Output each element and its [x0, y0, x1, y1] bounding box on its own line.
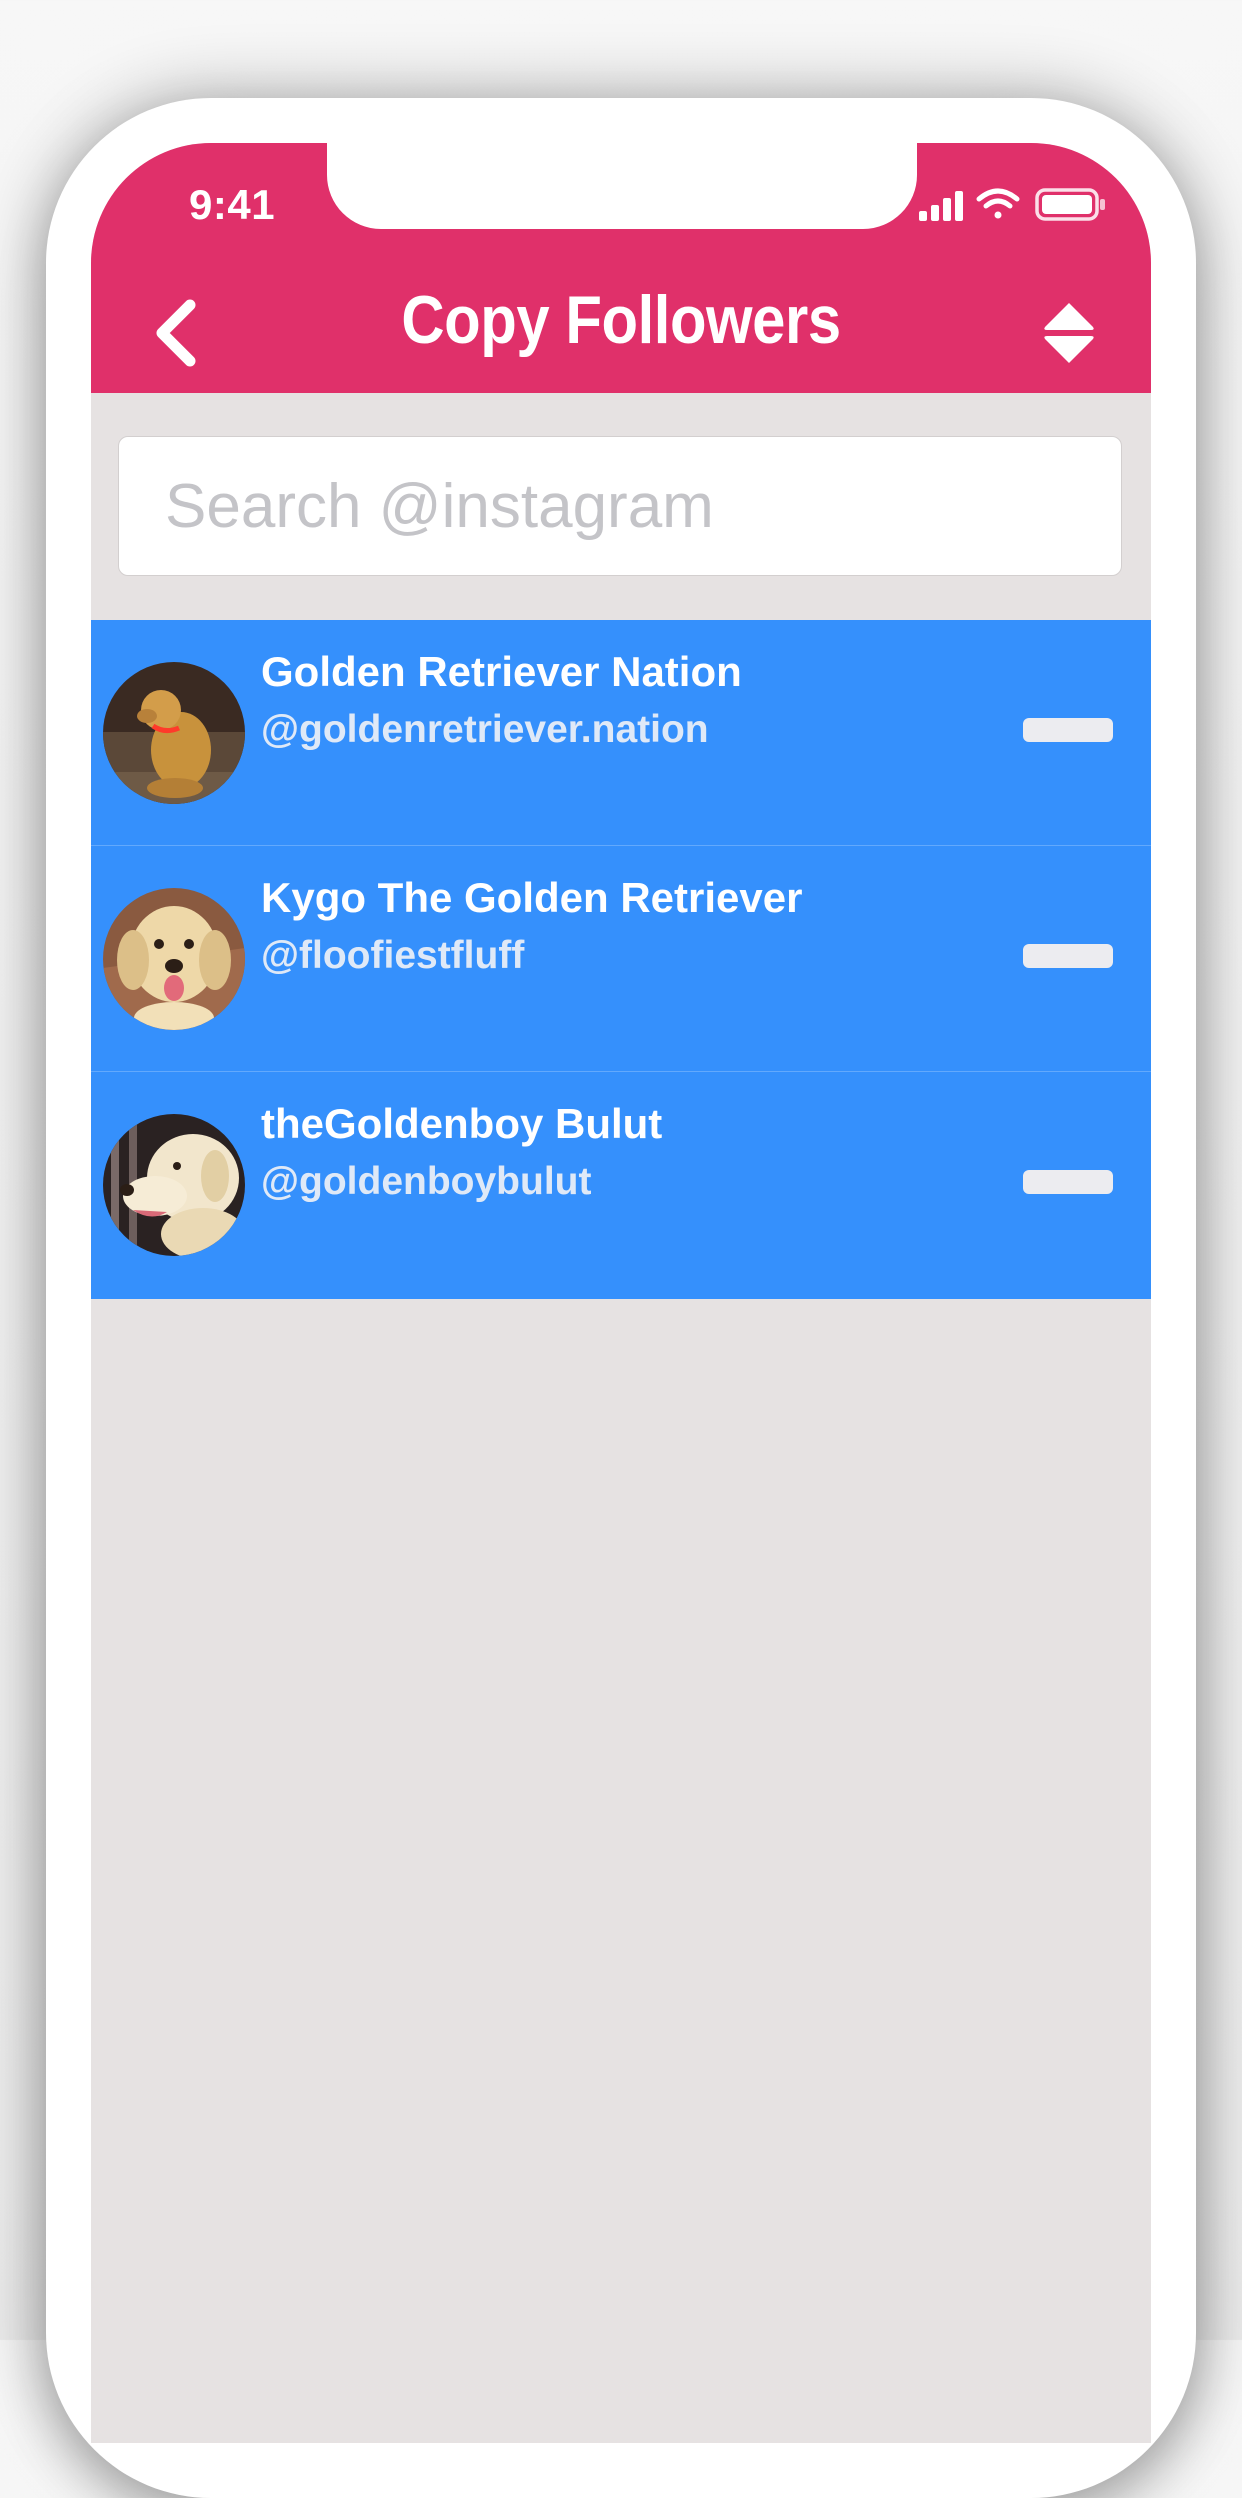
account-handle: @goldenretriever.nation [261, 708, 709, 751]
account-name: theGoldenboy Bulut [261, 1100, 663, 1147]
remove-button[interactable] [1023, 718, 1113, 742]
golden-retriever-profile-photo [103, 1114, 245, 1256]
status-icons [919, 185, 1107, 225]
list-item[interactable]: theGoldenboy Bulut @goldenboybulut [91, 1072, 1151, 1299]
account-handle: @goldenboybulut [261, 1160, 592, 1203]
account-name: Golden Retriever Nation [261, 648, 742, 695]
sort-button[interactable] [1041, 301, 1097, 365]
account-handle: @floofiestfluff [261, 934, 525, 977]
list-item[interactable]: Golden Retriever Nation @goldenretriever… [91, 620, 1151, 846]
search-bar [118, 436, 1122, 576]
signal-icon [919, 191, 963, 221]
avatar [103, 888, 245, 1030]
device-notch [327, 143, 917, 229]
app-header: 9:41 Copy Followers [91, 143, 1151, 393]
golden-retriever-sitting-photo [103, 662, 245, 804]
list-item[interactable]: Kygo The Golden Retriever @floofiestfluf… [91, 846, 1151, 1072]
account-list: Golden Retriever Nation @goldenretriever… [91, 620, 1151, 1299]
status-time: 9:41 [189, 181, 276, 228]
chevron-left-icon [156, 299, 196, 367]
remove-button[interactable] [1023, 1170, 1113, 1194]
remove-button[interactable] [1023, 944, 1113, 968]
back-button[interactable] [146, 293, 206, 373]
avatar [103, 1114, 245, 1256]
golden-retriever-smiling-photo [103, 888, 245, 1030]
battery-icon [1035, 188, 1105, 221]
avatar [103, 662, 245, 804]
wifi-icon [976, 188, 1020, 219]
search-input[interactable] [165, 437, 1085, 575]
page-title: Copy Followers [401, 282, 841, 358]
account-name: Kygo The Golden Retriever [261, 874, 803, 921]
app-screen: 9:41 Copy Followers Search @instagram Go… [91, 143, 1151, 2443]
sort-up-down-icon [1044, 303, 1094, 363]
